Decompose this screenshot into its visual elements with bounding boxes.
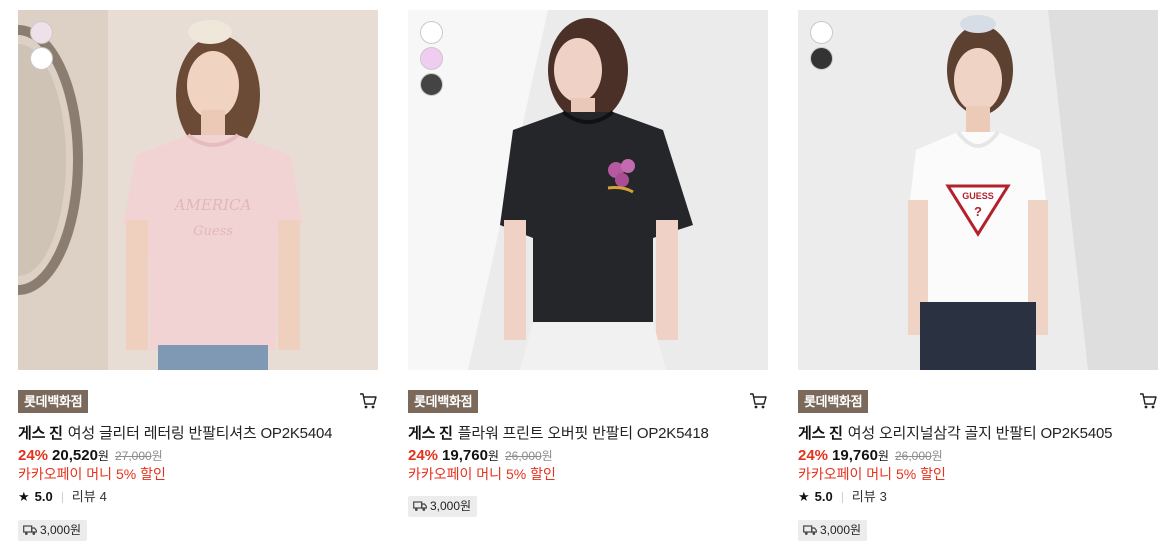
original-price-unit: 원 (931, 449, 943, 463)
shipping-fee: 3,000원 (820, 523, 862, 537)
shipping-badge: 3,000원 (408, 496, 478, 517)
rating-score: 5.0 (34, 489, 53, 504)
sale-price: 19,760 (442, 447, 488, 464)
product-card[interactable]: AMERICA Guess 롯데백화점 게스 진 여성 글리터 레터링 반팔티셔츠… (18, 10, 378, 541)
color-swatch[interactable] (420, 73, 443, 96)
rating-row: ★ 5.0 리뷰 3 (798, 488, 1158, 506)
product-title[interactable]: 게스 진 플라워 프린트 오버핏 반팔티 OP2K5418 (408, 425, 768, 443)
color-swatch[interactable] (30, 21, 53, 44)
product-photo: GUESS ? (798, 10, 1158, 370)
color-swatches (30, 21, 53, 70)
original-price: 27,000 (114, 449, 152, 463)
cart-icon[interactable] (358, 391, 378, 411)
store-badge: 롯데백화점 (408, 390, 479, 413)
truck-icon (23, 525, 37, 535)
shipping-badge: 3,000원 (798, 520, 868, 541)
product-image[interactable] (408, 10, 768, 370)
promo-text: 카카오페이 머니 5% 할인 (408, 466, 556, 482)
color-swatches (420, 21, 443, 96)
shipping-fee: 3,000원 (40, 523, 82, 537)
color-swatches (810, 21, 833, 70)
product-title[interactable]: 게스 진 여성 오리지널삼각 골지 반팔티 OP2K5405 (798, 425, 1158, 443)
color-swatch[interactable] (810, 21, 833, 44)
original-price: 26,000 (894, 449, 932, 463)
star-icon: ★ (798, 489, 810, 504)
price-row: 24% 19,760원 26,000원 (798, 447, 1158, 465)
divider (841, 491, 843, 503)
sale-price: 20,520 (52, 447, 98, 464)
product-title[interactable]: 게스 진 여성 글리터 레터링 반팔티셔츠 OP2K5404 (18, 425, 378, 443)
price-unit: 원 (877, 449, 889, 463)
original-price: 26,000 (504, 449, 542, 463)
color-swatch[interactable] (30, 47, 53, 70)
brand-name: 게스 진 (798, 425, 843, 442)
star-icon: ★ (18, 489, 30, 504)
svg-text:?: ? (974, 204, 982, 219)
review-label: 리뷰 (851, 489, 876, 504)
store-badge: 롯데백화점 (798, 390, 869, 413)
product-photo (408, 10, 768, 370)
truck-icon (413, 501, 427, 511)
store-badge: 롯데백화점 (18, 390, 89, 413)
shirt-logo-text: GUESS (962, 191, 994, 201)
product-image[interactable]: AMERICA Guess (18, 10, 378, 370)
divider (61, 491, 63, 503)
product-card[interactable]: 롯데백화점 게스 진 플라워 프린트 오버핏 반팔티 OP2K5418 24% 19… (408, 10, 768, 517)
color-swatch[interactable] (420, 47, 443, 70)
review-label: 리뷰 (71, 489, 96, 504)
rating-row: ★ 5.0 리뷰 4 (18, 488, 378, 506)
price-row: 24% 20,520원 27,000원 (18, 447, 378, 465)
discount-rate: 24% (18, 447, 49, 464)
product-name: 여성 글리터 레터링 반팔티셔츠 OP2K5404 (67, 425, 333, 442)
brand-name: 게스 진 (18, 425, 63, 442)
price-unit: 원 (97, 449, 109, 463)
rating-score: 5.0 (814, 489, 833, 504)
svg-text:AMERICA: AMERICA (173, 196, 252, 214)
product-name: 플라워 프린트 오버핏 반팔티 OP2K5418 (457, 425, 709, 442)
sale-price: 19,760 (832, 447, 878, 464)
product-image[interactable]: GUESS ? (798, 10, 1158, 370)
product-photo: AMERICA Guess (18, 10, 378, 370)
shipping-badge: 3,000원 (18, 520, 88, 541)
price-unit: 원 (487, 449, 499, 463)
truck-icon (803, 525, 817, 535)
review-count: 3 (879, 489, 887, 504)
original-price-unit: 원 (541, 449, 553, 463)
brand-name: 게스 진 (408, 425, 453, 442)
cart-icon[interactable] (748, 391, 768, 411)
color-swatch[interactable] (420, 21, 443, 44)
color-swatch[interactable] (810, 47, 833, 70)
promo-text: 카카오페이 머니 5% 할인 (798, 466, 946, 482)
discount-rate: 24% (408, 447, 439, 464)
svg-text:Guess: Guess (193, 224, 233, 239)
product-card[interactable]: GUESS ? 롯데백화점 게스 진 여성 오리지널삼각 골지 반팔티 OP2K5… (798, 10, 1158, 541)
cart-icon[interactable] (1138, 391, 1158, 411)
original-price-unit: 원 (151, 449, 163, 463)
discount-rate: 24% (798, 447, 829, 464)
promo-text: 카카오페이 머니 5% 할인 (18, 466, 166, 482)
review-count: 4 (99, 489, 107, 504)
shipping-fee: 3,000원 (430, 499, 472, 513)
price-row: 24% 19,760원 26,000원 (408, 447, 768, 465)
product-name: 여성 오리지널삼각 골지 반팔티 OP2K5405 (847, 425, 1113, 442)
